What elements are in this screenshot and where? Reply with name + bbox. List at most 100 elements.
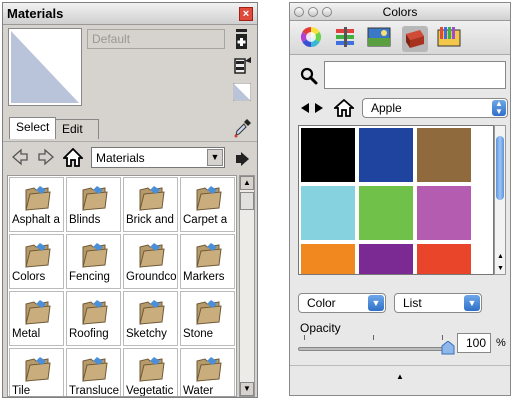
material-folder-item[interactable]: Markers (180, 234, 235, 289)
material-folder-item[interactable]: Carpet a (180, 177, 235, 232)
material-folder-item[interactable]: Brick and (123, 177, 178, 232)
color-swatch[interactable] (300, 127, 356, 183)
opacity-slider[interactable] (298, 347, 448, 351)
home-icon[interactable] (332, 98, 356, 120)
material-folder-label: Groundco (126, 271, 177, 283)
color-palettes-icon[interactable] (400, 24, 430, 52)
color-swatch[interactable] (300, 243, 356, 274)
scroll-up-icon[interactable]: ▲ (240, 176, 254, 190)
chevron-down-icon[interactable]: ▼ (368, 295, 384, 311)
chevron-down-icon[interactable]: ▼ (464, 295, 480, 311)
scroll-down-icon[interactable]: ▼ (497, 265, 504, 272)
color-wheel-icon[interactable] (298, 24, 328, 52)
color-mode-toolbar (290, 21, 510, 55)
material-folder-label: Fencing (69, 271, 110, 283)
color-sliders-icon[interactable] (332, 24, 362, 52)
material-folder-label: Asphalt a (12, 214, 60, 226)
tab-edit[interactable]: Edit (55, 119, 99, 139)
material-folder-item[interactable]: Groundco (123, 234, 178, 289)
materials-panel: Materials × Default Select Edit Material… (2, 2, 258, 398)
folder-icon (139, 243, 165, 268)
back-triangle-icon[interactable] (300, 102, 310, 117)
palette-dropdown[interactable]: Apple ▲ ▼ (362, 98, 508, 118)
default-material-icon[interactable] (232, 82, 252, 102)
color-swatch[interactable] (416, 243, 472, 274)
color-swatch[interactable] (358, 185, 414, 241)
material-folder-item[interactable]: Stone (180, 291, 235, 346)
materials-grid: Asphalt a Blinds Brick and Carpet a Colors Fe… (7, 175, 237, 397)
folder-icon (196, 300, 222, 325)
colors-panel: Colors Apple ▲ ▼ ▲ ▼ Color ▼ List ▼ Opac… (289, 2, 511, 396)
folder-icon (196, 243, 222, 268)
material-folder-item[interactable]: Colors (9, 234, 64, 289)
color-search-input[interactable] (324, 61, 506, 89)
opacity-value-field[interactable]: 100 (457, 333, 491, 353)
color-swatch[interactable] (416, 185, 472, 241)
collection-dropdown[interactable]: Materials ▼ (91, 147, 225, 168)
tab-select[interactable]: Select (9, 117, 57, 139)
material-folder-label: Markers (183, 271, 225, 283)
material-folder-item[interactable]: Metal (9, 291, 64, 346)
material-folder-label: Transluce (69, 385, 120, 397)
material-folder-item[interactable]: Fencing (66, 234, 121, 289)
scroll-thumb[interactable] (240, 192, 254, 210)
back-arrow-icon[interactable] (11, 148, 29, 169)
material-folder-item[interactable]: Blinds (66, 177, 121, 232)
color-swatch[interactable] (358, 243, 414, 274)
crayons-icon[interactable] (436, 24, 466, 52)
palette-nav-row: Apple ▲ ▼ (290, 95, 510, 121)
material-folder-item[interactable]: Asphalt a (9, 177, 64, 232)
home-icon[interactable] (61, 147, 85, 171)
color-swatch-grid (298, 125, 494, 275)
material-folder-item[interactable]: Roofing (66, 291, 121, 346)
color-mode-dropdown[interactable]: Color ▼ (298, 293, 386, 313)
view-mode-dropdown-value: List (403, 296, 422, 310)
folder-icon (82, 300, 108, 325)
color-swatch[interactable] (358, 127, 414, 183)
slider-tick (373, 335, 374, 340)
forward-arrow-icon[interactable] (37, 148, 55, 169)
material-preview-swatch (8, 28, 82, 106)
details-arrow-icon[interactable] (235, 150, 251, 171)
collection-dropdown-value: Materials (96, 151, 145, 165)
scroll-down-icon[interactable]: ▼ (240, 382, 254, 396)
paint-bucket-icon[interactable] (233, 55, 251, 74)
material-folder-item[interactable]: Water (180, 348, 235, 397)
folder-icon (139, 357, 165, 382)
opacity-label: Opacity (300, 321, 341, 335)
opacity-unit: % (496, 337, 506, 349)
eyedropper-icon[interactable] (233, 117, 253, 142)
folder-icon (25, 300, 51, 325)
material-folder-item[interactable]: Tile (9, 348, 64, 397)
forward-triangle-icon[interactable] (314, 102, 324, 117)
materials-scrollbar[interactable]: ▲ ▼ (239, 175, 255, 397)
palette-dropdown-value: Apple (371, 101, 402, 115)
colors-title-bar[interactable]: Colors (290, 3, 510, 21)
expand-icon[interactable]: ▲ (396, 372, 404, 381)
chevron-down-icon[interactable]: ▼ (207, 149, 223, 166)
image-palettes-icon[interactable] (366, 24, 396, 52)
material-name-field[interactable]: Default (87, 29, 225, 49)
material-folder-label: Stone (183, 328, 214, 340)
material-folder-label: Metal (12, 328, 41, 340)
material-folder-item[interactable]: Vegetatic (123, 348, 178, 396)
material-folder-item[interactable]: Transluce (66, 348, 121, 397)
create-material-icon[interactable] (233, 29, 251, 49)
material-folder-label: Water (183, 385, 214, 397)
color-swatch[interactable] (416, 127, 472, 183)
slider-tick (442, 335, 443, 340)
magnifier-icon (300, 67, 318, 88)
view-mode-dropdown[interactable]: List ▼ (394, 293, 482, 313)
materials-title-bar[interactable]: Materials × (3, 3, 257, 25)
material-folder-label: Tile (12, 385, 31, 397)
folder-icon (82, 357, 108, 382)
scroll-up-icon[interactable]: ▲ (497, 253, 504, 260)
color-swatch[interactable] (300, 185, 356, 241)
swatch-scrollbar[interactable]: ▲ ▼ (494, 125, 506, 275)
swatch-scroll-thumb[interactable] (496, 136, 504, 200)
close-icon[interactable]: × (239, 7, 253, 21)
material-folder-item[interactable]: Sketchy (123, 291, 178, 346)
chevron-updown-icon[interactable]: ▲ ▼ (492, 100, 506, 116)
opacity-slider-thumb[interactable] (441, 340, 455, 355)
folder-icon (25, 357, 51, 382)
